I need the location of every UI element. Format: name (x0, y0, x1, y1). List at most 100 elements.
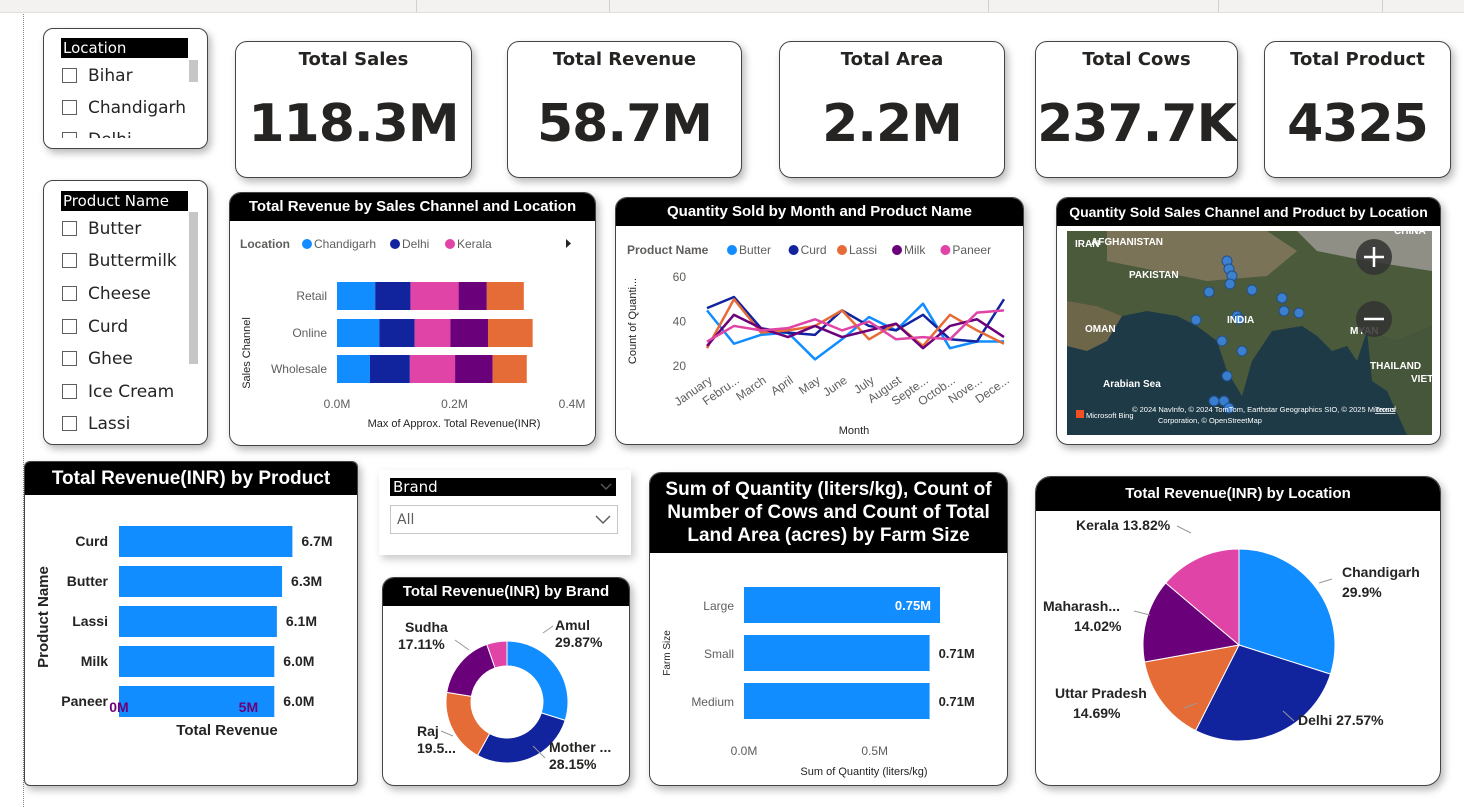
brand-slicer[interactable]: Brand All (379, 470, 631, 555)
chevron-down-icon[interactable] (595, 515, 611, 525)
chart-title: Total Revenue(INR) by Brand (383, 578, 629, 606)
slicer-item-ice-cream[interactable]: Ice Cream (62, 382, 174, 404)
kpi-value: 237.7K (1037, 94, 1237, 154)
y-tick-label: 40 (673, 315, 687, 329)
revenue-by-location-card: Total Revenue(INR) by Location Chandigar… (1035, 476, 1441, 786)
leader-line (542, 625, 554, 634)
data-label: Raj (417, 723, 439, 739)
slicer-item-delhi[interactable]: Delhi (62, 130, 132, 138)
checkbox[interactable] (62, 132, 77, 138)
bar-segment (455, 355, 493, 383)
kpi-title: Total Sales (298, 49, 409, 70)
map-bubble (1221, 370, 1233, 382)
data-label: Mother ... (549, 739, 611, 755)
slicer-item-lassi[interactable]: Lassi (62, 414, 130, 436)
legend-marker (727, 245, 737, 255)
legend-label: Butter (739, 243, 771, 257)
data-label: 0.75M (895, 598, 931, 613)
x-axis-title: Max of Approx. Total Revenue(INR) (368, 418, 541, 430)
data-label: 0.71M (939, 694, 975, 709)
kpi-title: Total Product (1290, 49, 1425, 70)
brand-selected-value: All (397, 512, 415, 528)
revenue-by-product-card: Total Revenue(INR) by Product Curd 6.7M Bu… (24, 461, 358, 786)
data-label: 6.3M (291, 573, 322, 589)
leader-line (454, 639, 470, 651)
map-bubble (1278, 305, 1290, 317)
data-label-pct: 17.11% (398, 636, 445, 652)
checkbox[interactable] (62, 100, 77, 115)
legend-marker (302, 239, 312, 249)
data-label: 14.02% (1074, 618, 1122, 634)
slicer-item-curd[interactable]: Curd (62, 317, 128, 339)
bar-segment (375, 282, 411, 310)
checkbox[interactable] (62, 319, 77, 334)
slicer-item-cheese[interactable]: Cheese (62, 284, 151, 306)
map-bubble (1216, 335, 1228, 347)
x-tick-label: 0.0M (324, 397, 351, 411)
scrollbar[interactable] (189, 60, 198, 82)
checkbox[interactable] (62, 221, 77, 236)
map-label: INDIA (1227, 315, 1254, 326)
bar (744, 683, 930, 719)
x-tick-label: 5M (239, 699, 258, 715)
revenue-by-channel-chart: Location Chandigarh Delhi Kerala Retail Onlin… (240, 237, 585, 430)
y-tick-label: 20 (673, 359, 687, 373)
bar-segment (458, 282, 487, 310)
slicer-header: Product Name (61, 191, 188, 211)
x-tick-label: May (796, 373, 823, 397)
slicer-item-bihar[interactable]: Bihar (62, 66, 133, 88)
chart-title: Quantity Sold Sales Channel and Product … (1057, 198, 1440, 226)
bar-segment (409, 355, 456, 383)
checkbox[interactable] (62, 351, 77, 366)
quantity-by-month-card: Quantity Sold by Month and Product Name … (615, 197, 1024, 445)
chart-title: Total Revenue(INR) by Product (25, 462, 357, 495)
checkbox[interactable] (62, 68, 77, 83)
y-tick-label: Wholesale (271, 362, 327, 376)
kpi-total-revenue: Total Revenue 58.7M (507, 41, 742, 178)
bar-segment (379, 319, 415, 347)
revenue-by-channel-card: Total Revenue by Sales Channel and Locat… (229, 192, 596, 446)
checkbox[interactable] (62, 286, 77, 301)
chart-title: Quantity Sold by Month and Product Name (616, 198, 1023, 226)
x-tick-label: 0.0M (731, 744, 758, 758)
data-label: Amul (555, 617, 590, 633)
x-axis-title: Total Revenue (176, 722, 277, 739)
slicer-item-butter[interactable]: Butter (62, 219, 141, 241)
y-tick-label: Butter (67, 573, 109, 589)
legend-label: Kerala (457, 237, 492, 251)
donut-slice (446, 643, 496, 697)
checkbox[interactable] (62, 384, 77, 399)
product-name-slicer[interactable]: Product Name Butter Buttermilk Cheese Cu… (43, 180, 208, 445)
brand-dropdown[interactable]: All (390, 505, 618, 534)
legend-label: Delhi (402, 237, 429, 251)
legend-label: Curd (801, 243, 827, 257)
slicer-header: Location (61, 38, 188, 58)
data-label: Chandigarh (1342, 564, 1420, 580)
bar (119, 646, 275, 677)
slicer-item-chandigarh[interactable]: Chandigarh (62, 98, 186, 120)
kpi-total-sales: Total Sales 118.3M (235, 41, 472, 178)
data-label: 29.9% (1342, 584, 1382, 600)
farm-size-chart: Large 0.75M Small 0.71M Medium 0.71M Farm Size… (662, 587, 975, 778)
chart-title: Sum of Quantity (liters/kg), Count of Nu… (650, 473, 1007, 553)
microsoft-bing-logo (1076, 410, 1084, 418)
slicer-item-buttermilk[interactable]: Buttermilk (62, 251, 177, 273)
data-label: Delhi 27.57% (1298, 712, 1384, 728)
scrollbar[interactable] (189, 212, 198, 364)
x-tick-label: April (768, 373, 796, 398)
legend-marker (837, 245, 847, 255)
bar-segment (487, 319, 533, 347)
revenue-by-product-chart: Curd 6.7M Butter 6.3M Lassi 6.1M Milk 6.0M Panee… (35, 526, 333, 739)
y-tick-label: Large (703, 599, 734, 613)
map-bubble (1224, 278, 1236, 290)
location-slicer[interactable]: Location Bihar Chandigarh Delhi (43, 28, 208, 149)
data-label: Uttar Pradesh (1055, 685, 1147, 701)
slicer-item-ghee[interactable]: Ghee (62, 349, 133, 371)
y-tick-label: Paneer (61, 693, 108, 709)
map-bubble (1236, 345, 1248, 357)
checkbox[interactable] (62, 416, 77, 431)
checkbox[interactable] (62, 253, 77, 268)
top-toolbar (0, 0, 1464, 13)
map-visual[interactable]: IRANAFGHANISTANPAKISTANINDIAOMANArabian … (1067, 231, 1432, 435)
chart-title: Total Revenue(INR) by Location (1036, 477, 1440, 511)
